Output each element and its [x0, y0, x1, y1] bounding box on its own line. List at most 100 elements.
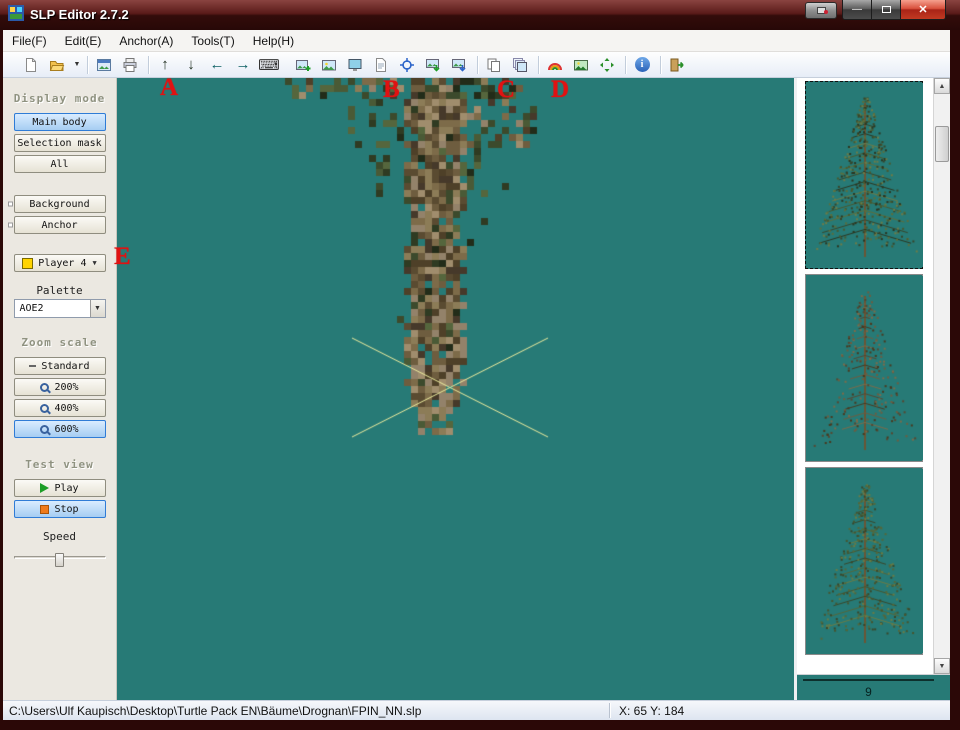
all-button[interactable]: All — [13, 155, 106, 173]
selection-mask-button[interactable]: Selection mask — [13, 134, 106, 152]
toolbar-separator — [660, 55, 661, 74]
zoom-200-button[interactable]: 200% — [13, 378, 106, 396]
annotation-d: D — [551, 76, 570, 103]
monitor-icon — [348, 58, 362, 71]
anchor-down-button[interactable]: ↓ — [179, 54, 203, 76]
anchor-right-button[interactable]: → — [231, 54, 255, 76]
speed-slider[interactable] — [13, 549, 106, 567]
frame-image-button[interactable] — [317, 54, 341, 76]
maximize-button[interactable] — [872, 0, 900, 20]
anchor-label: Anchor — [41, 219, 78, 231]
anchor-up-button[interactable]: ↑ — [153, 54, 177, 76]
edit-canvas-area[interactable] — [117, 78, 794, 700]
toolbar-separator — [538, 55, 539, 74]
green-image-icon — [574, 59, 588, 70]
cursor-coordinates: X: 65 Y: 184 — [619, 704, 685, 718]
sprite-canvas[interactable] — [117, 78, 794, 700]
annotation-a: A — [160, 74, 179, 101]
crosshair-icon — [400, 57, 414, 72]
frame-slider-track[interactable] — [803, 679, 934, 681]
document-icon — [376, 57, 386, 72]
minimize-button[interactable]: — — [842, 0, 872, 20]
zoom-600-button[interactable]: 600% — [13, 420, 106, 438]
titlebar-extra-button[interactable] — [805, 2, 837, 19]
new-file-button[interactable] — [19, 54, 43, 76]
zoom-400-button[interactable]: 400% — [13, 399, 106, 417]
frame-thumbnail[interactable] — [805, 81, 923, 269]
rainbow-icon — [548, 62, 562, 70]
frame-window-button[interactable] — [92, 54, 116, 76]
center-anchor-button[interactable] — [395, 54, 419, 76]
capture-icon — [816, 7, 828, 14]
toolbar-separator — [87, 55, 88, 74]
menu-edit[interactable]: Edit(E) — [56, 30, 111, 51]
exit-door-icon — [670, 58, 684, 71]
palette-value: AOE2 — [19, 303, 44, 314]
menu-help[interactable]: Help(H) — [244, 30, 303, 51]
exit-button[interactable] — [665, 54, 689, 76]
background-button[interactable]: Background — [13, 195, 106, 213]
main-body-button[interactable]: Main body — [13, 113, 106, 131]
anchor-left-button[interactable]: ← — [205, 54, 229, 76]
toolbar-separator — [148, 55, 149, 74]
selection-mask-label: Selection mask — [17, 137, 102, 149]
player-select[interactable]: Player 4 ▼ — [13, 254, 106, 272]
caption-buttons: — ✕ — [842, 0, 946, 20]
frame-thumbnail[interactable] — [805, 467, 923, 655]
sidebar: Display mode Main body Selection mask Al… — [3, 78, 117, 700]
expand-arrows-icon — [600, 57, 614, 72]
zoom-standard-label: Standard — [41, 360, 90, 372]
menu-tools[interactable]: Tools(T) — [182, 30, 243, 51]
frame-slider-strip[interactable]: 9 — [797, 674, 950, 700]
copy-icon — [487, 58, 500, 72]
vertical-scrollbar[interactable]: ▲ ▼ — [933, 78, 950, 674]
magnifier-icon — [40, 403, 50, 413]
open-folder-icon — [49, 60, 65, 71]
down-arrow-icon: ↓ — [187, 56, 195, 73]
copy-frame-button[interactable] — [482, 54, 506, 76]
toolbar-separator — [477, 55, 478, 74]
document-button[interactable] — [369, 54, 393, 76]
add-frame-button[interactable] — [291, 54, 315, 76]
scroll-up-button[interactable]: ▲ — [934, 78, 950, 94]
frames-stack-button[interactable] — [508, 54, 532, 76]
info-button[interactable]: i — [630, 54, 654, 76]
palette-select[interactable]: AOE2 ▼ — [13, 299, 106, 318]
annotation-c: C — [497, 76, 516, 103]
display-mode-label: Display mode — [13, 92, 106, 105]
print-button[interactable] — [118, 54, 142, 76]
preview-button[interactable] — [343, 54, 367, 76]
maximize-icon — [881, 6, 891, 13]
frame-thumbnail[interactable] — [805, 274, 923, 462]
import-frames-button[interactable] — [447, 54, 471, 76]
add-frame-icon — [296, 59, 311, 71]
fit-view-button[interactable] — [595, 54, 619, 76]
background-toggle-box[interactable] — [8, 201, 13, 207]
right-arrow-icon: → — [235, 56, 251, 73]
anchor-button[interactable]: Anchor — [13, 216, 106, 234]
app-window: SLP Editor 2.7.2 — ✕ File(F) Edit(E) Anc… — [0, 0, 960, 730]
menu-file[interactable]: File(F) — [3, 30, 56, 51]
open-file-button[interactable] — [45, 54, 69, 76]
close-button[interactable]: ✕ — [900, 0, 946, 20]
zoom-standard-button[interactable]: Standard — [13, 357, 106, 375]
tree-thumbnail-image — [807, 276, 923, 460]
open-dropdown-button[interactable]: ▼ — [71, 54, 83, 76]
keyboard-button[interactable]: ⌨ — [257, 54, 281, 76]
frame-number: 9 — [865, 685, 872, 699]
scroll-down-button[interactable]: ▼ — [934, 658, 950, 674]
frame-panel: ▲ ▼ 9 — [794, 78, 950, 700]
stop-button[interactable]: Stop — [13, 500, 106, 518]
menu-anchor[interactable]: Anchor(A) — [110, 30, 182, 51]
slider-thumb[interactable] — [54, 553, 64, 567]
import-frames-icon — [452, 58, 466, 72]
export-image-button[interactable] — [569, 54, 593, 76]
frames-stack-icon — [513, 57, 527, 72]
import-frame-button[interactable] — [421, 54, 445, 76]
scrollbar-thumb[interactable] — [935, 126, 949, 162]
palette-dropdown-button[interactable]: ▼ — [89, 300, 105, 317]
anchor-toggle-box[interactable] — [8, 222, 13, 228]
palette-button[interactable] — [543, 54, 567, 76]
file-path-text: C:\Users\Ulf Kaupisch\Desktop\Turtle Pac… — [9, 704, 422, 718]
play-button[interactable]: Play — [13, 479, 106, 497]
